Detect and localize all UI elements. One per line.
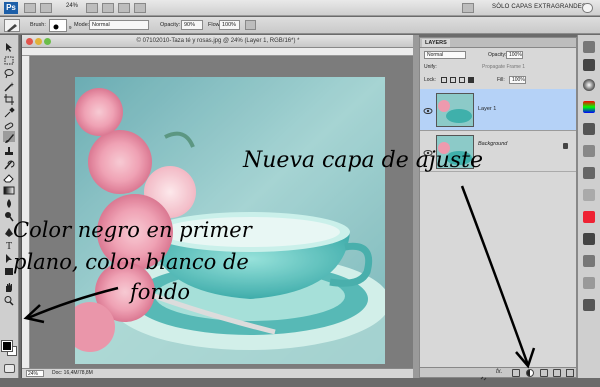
- fill-input[interactable]: 100%: [509, 76, 526, 84]
- paths-icon[interactable]: [583, 167, 595, 179]
- search-icon[interactable]: [582, 3, 593, 13]
- tool-preset-picker[interactable]: [4, 19, 20, 32]
- status-zoom[interactable]: 24%: [26, 370, 44, 377]
- layer-name[interactable]: Background: [478, 141, 507, 147]
- lock-label: Lock:: [424, 77, 436, 83]
- lasso-icon[interactable]: [3, 66, 15, 79]
- adjustments-icon[interactable]: [583, 79, 595, 91]
- vertical-ruler[interactable]: [22, 56, 30, 378]
- eyedropper-icon[interactable]: [3, 105, 15, 118]
- photoshop-logo[interactable]: Ps: [4, 2, 18, 14]
- arrange-documents-icon[interactable]: [134, 3, 146, 13]
- mode-select[interactable]: Normal: [89, 20, 149, 30]
- lock-position-icon[interactable]: [459, 77, 465, 83]
- brush-preset-picker[interactable]: [49, 19, 67, 32]
- brush-icon[interactable]: [3, 131, 15, 143]
- eye-icon[interactable]: [423, 103, 433, 114]
- adjustment-layer-icon[interactable]: [526, 369, 534, 377]
- lock-all-icon[interactable]: [468, 77, 474, 83]
- zoom-icon[interactable]: [3, 293, 15, 306]
- tool-presets-icon[interactable]: [583, 299, 595, 311]
- quick-mask-icon[interactable]: [4, 364, 15, 373]
- wand-icon[interactable]: [3, 79, 15, 92]
- lock-transparency-icon[interactable]: [441, 77, 447, 83]
- zoom-level[interactable]: 24%: [66, 3, 78, 9]
- annotation-adjustment-layer: Nueva capa de ajuste: [243, 148, 483, 173]
- color-swatches[interactable]: [1, 340, 18, 357]
- foreground-color-swatch[interactable]: [1, 340, 13, 352]
- crop-icon[interactable]: [3, 92, 15, 105]
- annotation-foreground-line3: fondo: [130, 280, 191, 304]
- link-icon[interactable]: [480, 369, 488, 381]
- screen-mode-icon[interactable]: [462, 3, 474, 13]
- document-window: © 07102010-Taza té y rosas.jpg @ 24% (La…: [21, 35, 414, 378]
- folder-icon[interactable]: [540, 369, 548, 377]
- histogram-icon[interactable]: [583, 41, 595, 53]
- layers-tab-bar: LAYERS: [420, 38, 576, 48]
- annotation-foreground-line1: Color negro en primer: [13, 218, 252, 242]
- fill-label: Fill:: [497, 77, 505, 83]
- stamp-icon[interactable]: [3, 144, 15, 155]
- brushes-icon[interactable]: [583, 255, 595, 267]
- blend-mode-select[interactable]: Normal: [424, 51, 466, 59]
- layer-opacity-label: Opacity:: [488, 52, 507, 58]
- flow-input[interactable]: 100%: [219, 20, 240, 30]
- layers-panel: LAYERS Normal Opacity: 100% Unify: Propa…: [419, 37, 577, 381]
- status-doc-size[interactable]: Doc: 16,4M/78,8M: [52, 370, 93, 376]
- color-icon[interactable]: [583, 101, 595, 113]
- toolbox: T: [0, 35, 19, 378]
- history-brush-icon[interactable]: [3, 157, 15, 170]
- styles-icon[interactable]: [583, 211, 595, 223]
- brush-size: 9: [69, 25, 72, 30]
- history-icon[interactable]: [583, 189, 595, 201]
- actions-icon[interactable]: [583, 233, 595, 245]
- bridge-icon[interactable]: [24, 3, 36, 13]
- unify-label: Unify:: [424, 64, 437, 70]
- trash-icon[interactable]: [566, 369, 574, 377]
- navigator-icon[interactable]: [583, 59, 595, 71]
- opacity-input[interactable]: 90%: [181, 20, 203, 30]
- hand-tool-icon[interactable]: [86, 3, 98, 13]
- hand-icon[interactable]: [3, 280, 15, 292]
- blur-icon[interactable]: [3, 196, 15, 208]
- annotation-foreground-line2: plano, color blanco de: [13, 250, 249, 274]
- layer-thumbnail: [436, 93, 474, 127]
- lock-icon: [563, 143, 568, 149]
- horizontal-ruler[interactable]: [22, 48, 414, 56]
- rotate-view-icon[interactable]: [118, 3, 130, 13]
- layer-row[interactable]: Layer 1: [420, 89, 576, 131]
- tab-layers[interactable]: LAYERS: [422, 39, 450, 47]
- gradient-icon[interactable]: [3, 183, 15, 195]
- mask-icon[interactable]: [512, 369, 520, 377]
- status-bar: 24% Doc: 16,4M/78,8M: [22, 368, 414, 378]
- fx-icon[interactable]: fx.: [496, 369, 502, 375]
- view-extras-icon[interactable]: [40, 3, 52, 13]
- application-bar: Ps 24% SÓLO CAPAS EXTRAGRANDES: [0, 0, 600, 16]
- lock-pixels-icon[interactable]: [450, 77, 456, 83]
- channels-icon[interactable]: [583, 145, 595, 157]
- clone-source-icon[interactable]: [583, 277, 595, 289]
- airbrush-icon[interactable]: [245, 20, 256, 30]
- opacity-label: Opacity:: [160, 22, 181, 28]
- canvas-area[interactable]: [31, 57, 414, 368]
- layers-bottom-bar: fx.: [420, 367, 576, 381]
- healing-icon[interactable]: [3, 118, 15, 130]
- brush-label: Brush:: [30, 22, 46, 28]
- new-layer-icon[interactable]: [553, 369, 561, 377]
- collapsed-panels-strip: [577, 35, 600, 378]
- svg-text:T: T: [6, 241, 12, 251]
- eraser-icon[interactable]: [3, 170, 15, 183]
- propagate-frame-label[interactable]: Propagate Frame 1: [482, 64, 525, 70]
- move-icon[interactable]: [3, 40, 15, 52]
- layer-opacity-input[interactable]: 100%: [506, 51, 523, 59]
- layer-name[interactable]: Layer 1: [478, 106, 496, 112]
- info-icon[interactable]: [583, 123, 595, 135]
- marquee-icon[interactable]: [3, 53, 15, 65]
- zoom-tool-icon[interactable]: [102, 3, 114, 13]
- document-title: © 07102010-Taza té y rosas.jpg @ 24% (La…: [136, 38, 300, 44]
- mode-label: Mode:: [74, 22, 90, 28]
- document-title-bar: © 07102010-Taza té y rosas.jpg @ 24% (La…: [22, 35, 414, 48]
- options-bar: Brush: 9 Mode: Normal Opacity: 90% Flow:…: [0, 17, 600, 34]
- workspace-switcher[interactable]: SÓLO CAPAS EXTRAGRANDES: [492, 4, 586, 10]
